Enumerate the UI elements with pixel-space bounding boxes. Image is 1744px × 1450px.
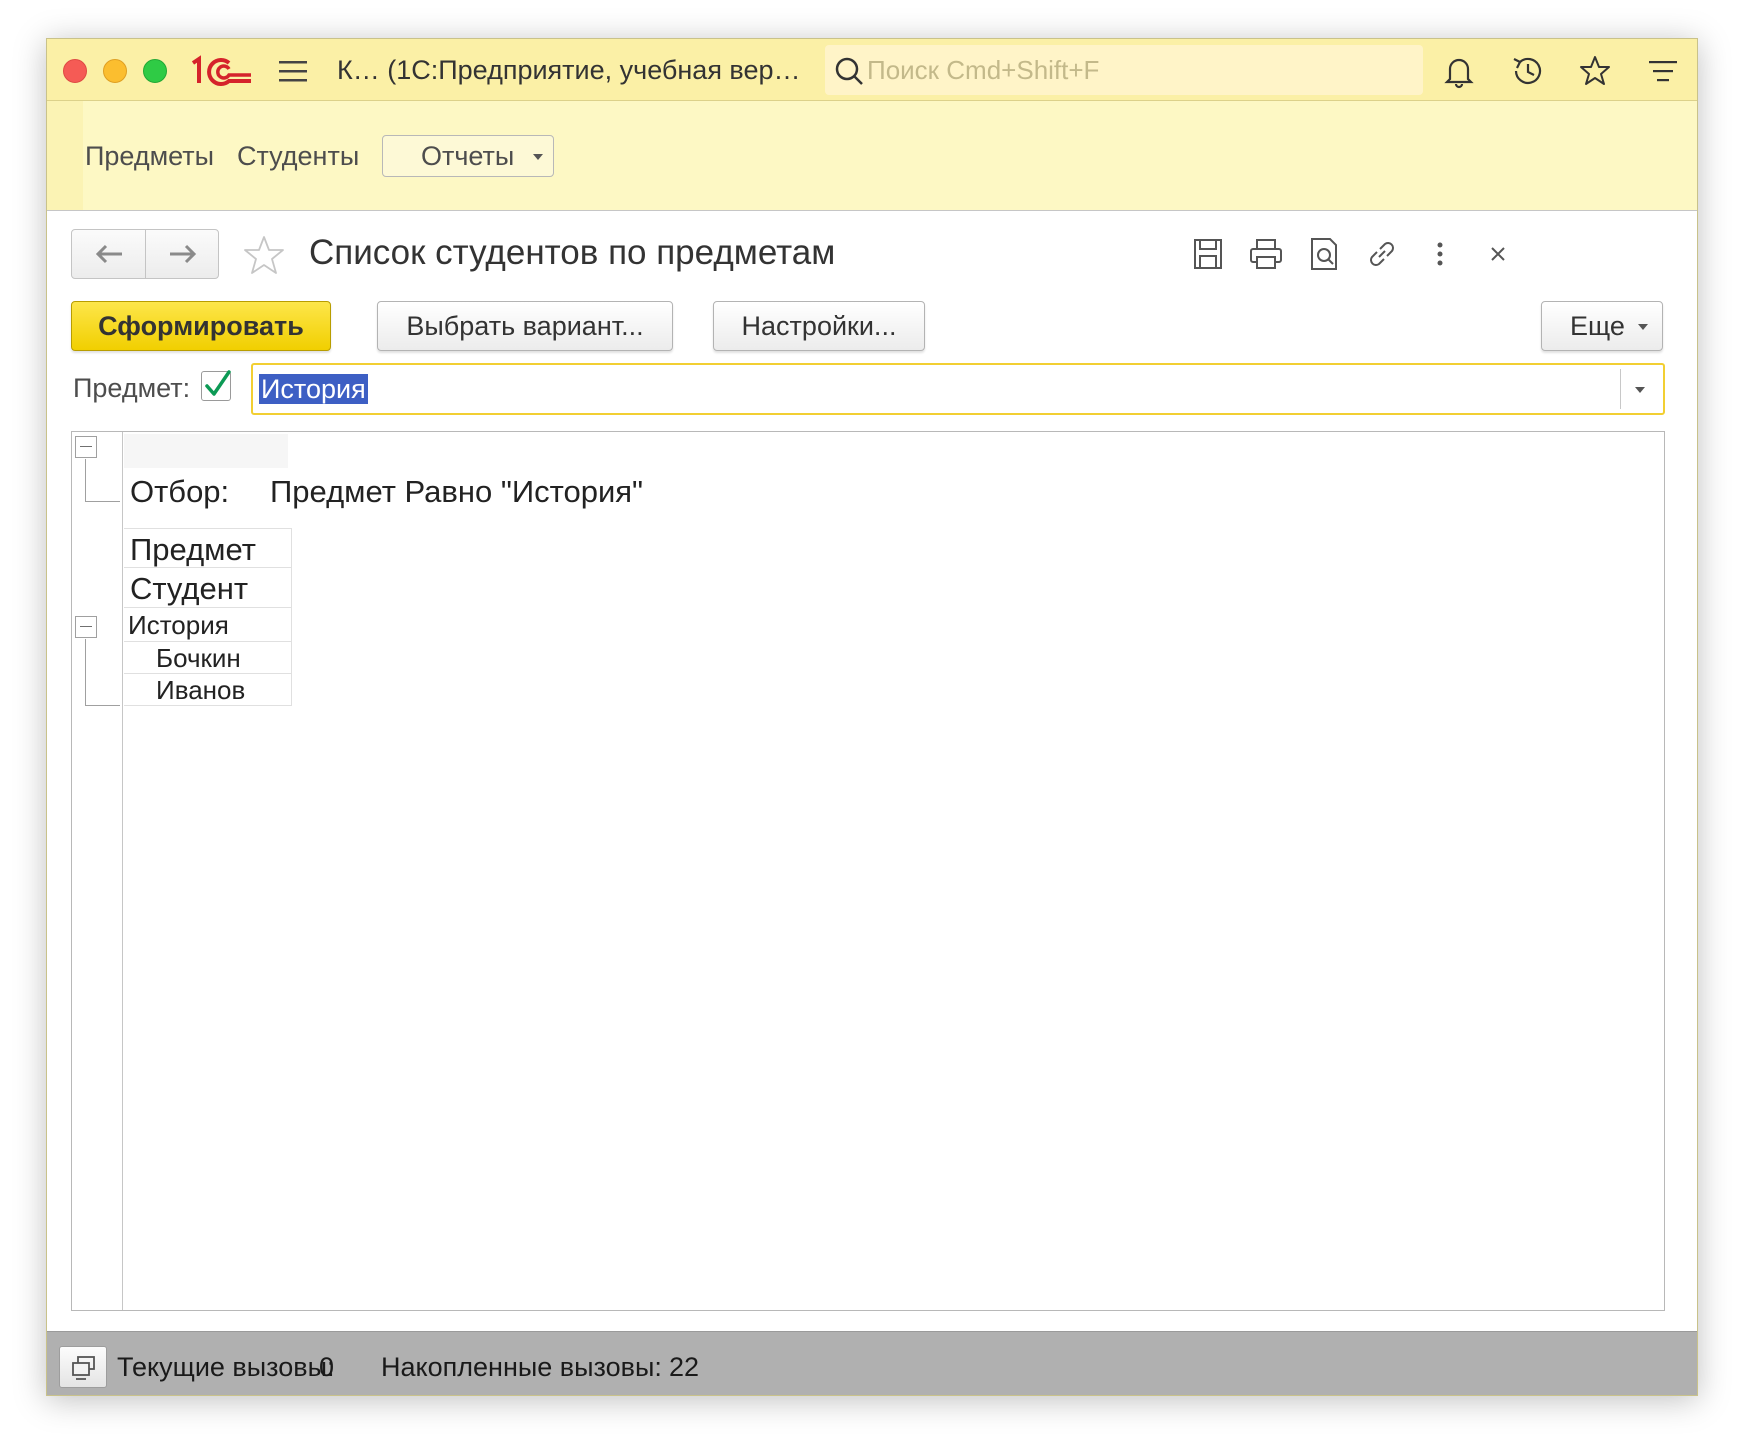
dropdown-arrow-icon[interactable] (1635, 387, 1645, 393)
reports-dropdown[interactable]: Отчеты (382, 135, 554, 177)
search-icon (835, 57, 863, 85)
choose-variant-button[interactable]: Выбрать вариант... (377, 301, 673, 351)
current-calls-label: Текущие вызовы: (117, 1352, 335, 1382)
field-divider (1620, 369, 1621, 409)
student-name: Бочкин (156, 643, 241, 673)
more-button-label: Еще (1570, 311, 1625, 341)
main-menu-icon[interactable] (275, 57, 311, 85)
column-header-student-text: Студент (130, 571, 249, 606)
tree-line (85, 501, 120, 502)
minimize-window-button[interactable] (103, 59, 127, 83)
column-header-student: Студент (124, 568, 292, 608)
group-subject-name: История (128, 610, 229, 640)
section-link-students[interactable]: Студенты (237, 141, 359, 172)
performance-monitor-button[interactable] (59, 1346, 107, 1388)
star-icon[interactable] (1577, 53, 1613, 89)
filter-value: Предмет Равно "История" (270, 474, 644, 509)
student-name: Иванов (156, 675, 246, 705)
tree-line (85, 705, 120, 706)
chevron-down-icon (533, 154, 543, 160)
form-title: Список студентов по предметам (309, 233, 836, 272)
link-icon[interactable] (1363, 235, 1401, 273)
accumulated-calls-value: 22 (669, 1352, 700, 1382)
app-title: К… (1С:Предприятие, учебная вер… (337, 55, 801, 85)
search-box[interactable] (825, 45, 1423, 95)
search-input[interactable] (867, 51, 1407, 89)
section-panel: Предметы Студенты Отчеты (47, 101, 1697, 211)
collapse-group-icon[interactable] (75, 616, 97, 638)
generate-button[interactable]: Сформировать (71, 301, 331, 351)
filter-label: Отбор: (130, 474, 230, 509)
title-bar: К… (1С:Предприятие, учебная вер… (47, 39, 1697, 101)
table-row-group[interactable]: История (124, 608, 292, 642)
maximize-window-button[interactable] (143, 59, 167, 83)
tree-line (85, 459, 86, 501)
column-header-subject: Предмет (124, 528, 292, 568)
table-row[interactable]: Бочкин (124, 642, 292, 674)
filter-menu-icon[interactable] (1645, 53, 1681, 89)
accumulated-calls-label: Накопленные вызовы: (381, 1352, 662, 1382)
chevron-down-icon (1638, 324, 1648, 330)
parameter-use-checkbox[interactable] (201, 370, 231, 401)
section-strip (47, 101, 83, 210)
reports-dropdown-label: Отчеты (421, 141, 515, 171)
windows-icon (72, 1356, 95, 1380)
bell-icon[interactable] (1441, 53, 1477, 89)
nav-separator (145, 230, 146, 278)
app-window: К… (1С:Предприятие, учебная вер… Поиск C… (46, 38, 1698, 1396)
more-vertical-icon[interactable] (1421, 235, 1459, 273)
parameter-subject-value[interactable]: История (259, 374, 368, 404)
current-calls-value: 0 (319, 1352, 335, 1382)
group-gutter-line (122, 432, 123, 1310)
checkmark-icon (205, 370, 231, 396)
table-row[interactable]: Иванов (124, 674, 292, 706)
close-icon[interactable] (1479, 235, 1517, 273)
navigation-buttons (71, 229, 219, 279)
parameter-label: Предмет: (73, 373, 191, 403)
history-icon[interactable] (1509, 53, 1545, 89)
parameter-subject-field[interactable]: История (251, 363, 1665, 415)
preview-icon[interactable] (1305, 235, 1343, 273)
section-link-subjects[interactable]: Предметы (85, 141, 214, 172)
print-icon[interactable] (1247, 235, 1285, 273)
report-document[interactable]: Отбор: Предмет Равно "История" Предмет С… (71, 431, 1665, 1311)
favorite-star-icon[interactable] (241, 233, 287, 279)
column-header-subject-text: Предмет (130, 532, 256, 567)
status-bar: Текущие вызовы: 0 Накопленные вызовы: 22 (47, 1331, 1697, 1395)
more-button[interactable]: Еще (1541, 301, 1663, 351)
collapse-header-icon[interactable] (75, 436, 97, 458)
blank-cell (124, 434, 288, 468)
back-arrow-icon[interactable] (92, 240, 128, 268)
close-window-button[interactable] (63, 59, 87, 83)
1c-logo-icon[interactable] (189, 51, 255, 89)
tree-line (85, 639, 86, 705)
forward-arrow-icon[interactable] (164, 240, 200, 268)
settings-button[interactable]: Настройки... (713, 301, 925, 351)
save-icon[interactable] (1189, 235, 1227, 273)
